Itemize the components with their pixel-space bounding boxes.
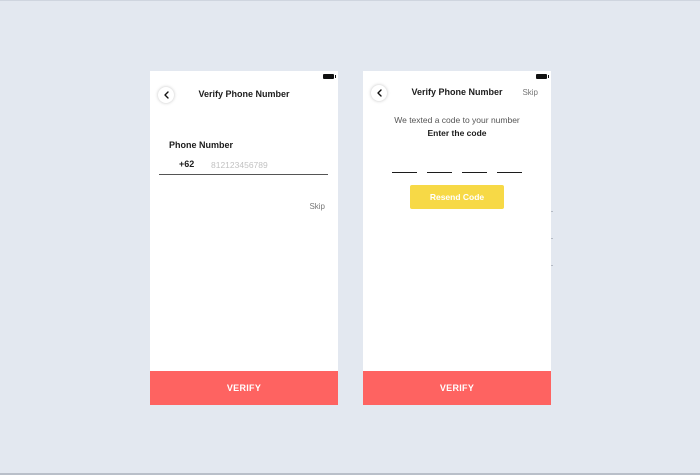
- skip-link[interactable]: Skip: [309, 202, 325, 211]
- enter-code-heading: Enter the code: [427, 128, 487, 138]
- enter-code-screen: Verify Phone Number Skip We texted a cod…: [363, 71, 551, 405]
- country-code[interactable]: +62: [179, 159, 194, 169]
- code-digit-1[interactable]: [392, 161, 417, 173]
- code-digit-3[interactable]: [462, 161, 487, 173]
- verify-button[interactable]: VERIFY: [363, 371, 551, 405]
- page-title: Verify Phone Number: [198, 89, 290, 99]
- resend-code-button[interactable]: Resend Code: [410, 185, 504, 209]
- top-divider: [0, 0, 700, 1]
- phone-number-input[interactable]: [211, 158, 321, 171]
- divider-tick: [551, 211, 553, 212]
- code-input-group: [392, 161, 522, 174]
- phone-number-screen: Verify Phone Number Phone Number +62 Ski…: [150, 71, 338, 405]
- skip-link[interactable]: Skip: [522, 88, 538, 97]
- phone-number-label: Phone Number: [169, 140, 234, 150]
- battery-icon: [323, 74, 336, 79]
- divider-tick: [551, 265, 553, 266]
- instruction-text: We texted a code to your number: [394, 115, 520, 125]
- verify-button[interactable]: VERIFY: [150, 371, 338, 405]
- code-digit-4[interactable]: [497, 161, 522, 173]
- code-digit-2[interactable]: [427, 161, 452, 173]
- battery-icon: [536, 74, 549, 79]
- divider-tick: [551, 238, 553, 239]
- phone-number-field: +62: [159, 158, 328, 175]
